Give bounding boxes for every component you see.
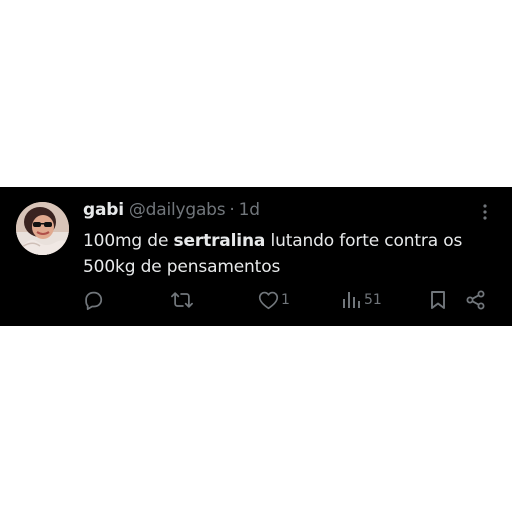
share-icon [466,290,485,310]
tweet-text-start: 100mg de [83,231,174,251]
views-count: 51 [364,292,382,308]
tweet-card[interactable]: gabi @dailygabs · 1d 100mg de sertralina… [0,187,512,326]
like-button[interactable]: 1 [258,288,290,312]
user-handle[interactable]: @dailygabs [129,200,226,220]
like-count: 1 [281,292,290,308]
heart-icon [258,291,279,310]
avatar-image [16,202,69,255]
share-button[interactable] [466,288,486,312]
more-icon [483,204,487,220]
action-bar: 1 51 [0,288,512,312]
bookmark-icon [431,291,445,309]
views-icon [343,292,360,308]
retweet-button[interactable] [170,288,194,312]
avatar[interactable] [16,202,69,255]
reply-icon [85,291,103,311]
display-name[interactable]: gabi [83,200,124,220]
tweet-header: gabi @dailygabs · 1d [83,200,260,222]
more-options-button[interactable] [478,203,492,221]
bookmark-button[interactable] [430,288,446,312]
reply-button[interactable] [82,288,104,312]
timestamp[interactable]: 1d [239,200,260,220]
retweet-icon [171,292,193,308]
tweet-text-bold: sertralina [173,231,266,251]
views-button[interactable]: 51 [342,288,382,312]
tweet-text: 100mg de sertralina lutando forte contra… [83,228,498,280]
header-separator: · [229,200,235,220]
